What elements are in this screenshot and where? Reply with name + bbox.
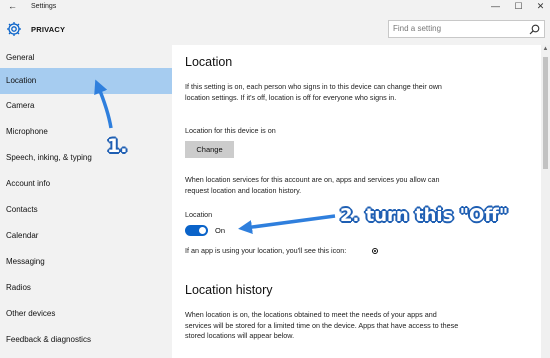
arrow-to-location-toggle [238,214,336,235]
annotation-arrows [94,79,336,235]
annotation-step-2: 2. turn this "Off" [340,205,509,226]
annotation-step-1: 1. [107,135,128,157]
arrow-to-location-item [94,79,113,129]
